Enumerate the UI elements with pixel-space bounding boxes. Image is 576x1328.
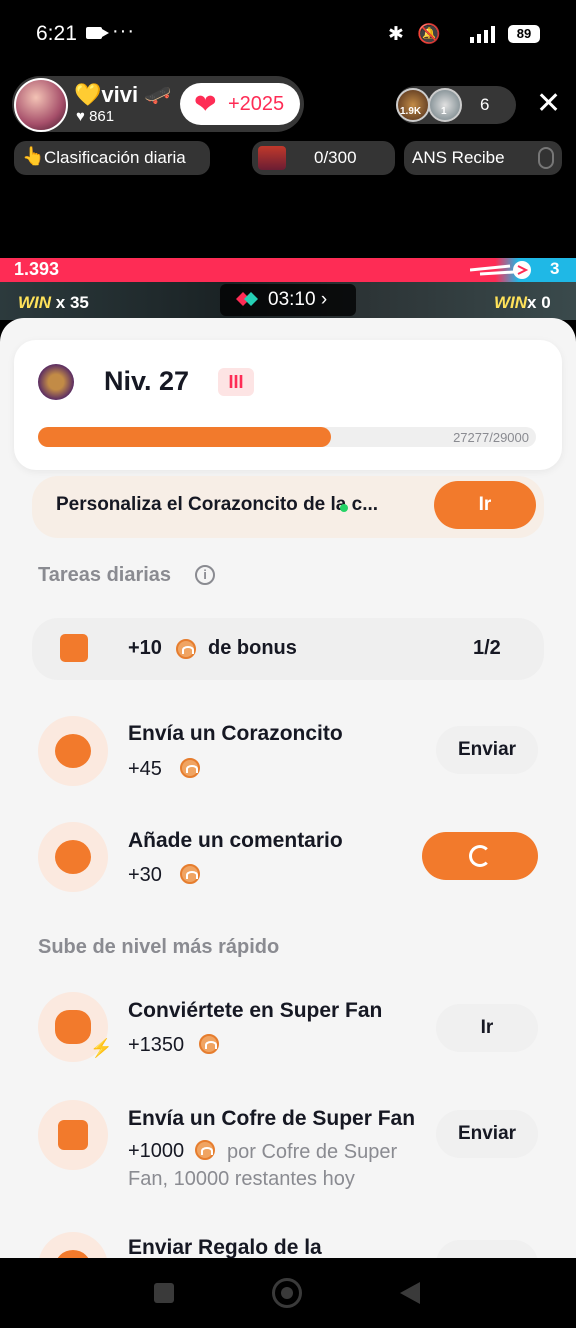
gift-box-icon: [38, 1100, 108, 1170]
task-points: +1000: [128, 1140, 185, 1162]
back-icon[interactable]: [400, 1282, 420, 1304]
loading-spinner-icon: [469, 845, 491, 867]
touch-indicator: [340, 504, 348, 512]
fans-receive-pill[interactable]: ANS Recibe: [404, 141, 562, 175]
super-fan-go-button[interactable]: Ir: [436, 1004, 538, 1052]
level-faster-title: Sube de nivel más rápido: [38, 936, 280, 958]
win-streak-right: WINx 0: [494, 293, 551, 313]
bonus-label: de bonus: [208, 637, 297, 659]
gift-goal-pill[interactable]: 0/300: [252, 141, 395, 175]
signal-bars-icon: [470, 26, 495, 43]
task-title: Añade un comentario: [128, 829, 343, 852]
follow-count: +2025: [228, 93, 285, 115]
task-title: Conviértete en Super Fan: [128, 999, 383, 1022]
comment-bubble-icon: [38, 822, 108, 892]
status-more-dots: ···: [112, 20, 135, 42]
bonus-count: 1/2: [473, 637, 501, 659]
heart-coin-icon: [195, 1140, 215, 1160]
battle-timer-text: 03:10 ›: [268, 289, 328, 310]
status-time: 6:21: [36, 22, 77, 45]
daily-ranking-button[interactable]: 👆 Clasificación diaria: [14, 141, 210, 175]
gift-icon: [60, 634, 88, 662]
hand-icon: 👆: [22, 146, 45, 166]
heart-coin-icon: [176, 639, 196, 659]
task-points: +30: [128, 864, 162, 886]
gift-goal-icon: [258, 146, 286, 170]
customize-heart-text: Personaliza el Corazoncito de la c...: [56, 494, 379, 515]
lightning-icon: ⚡: [90, 1038, 113, 1058]
follow-heart-button[interactable]: ❤ +2025: [180, 83, 300, 125]
host-name: 💛vivi 🛹: [74, 82, 172, 107]
host-likes: ♥ 861: [76, 108, 115, 125]
battle-gloves-icon: [236, 292, 258, 306]
bonus-points: +10: [128, 637, 162, 659]
win-left-count: x 35: [55, 293, 89, 312]
task-points: +45: [128, 758, 162, 780]
gift-goal-progress: 0/300: [314, 148, 357, 167]
system-icons: ✱ 🔕: [388, 24, 445, 45]
viewer-badge: 1: [441, 106, 447, 117]
recents-icon[interactable]: [154, 1283, 174, 1303]
add-comment-button[interactable]: [422, 832, 538, 880]
daily-ranking-label: Clasificación diaria: [44, 148, 186, 167]
viewer-count: 6: [480, 95, 490, 114]
battle-timer[interactable]: 03:10 ›: [220, 284, 356, 316]
win-label: WIN: [18, 293, 52, 312]
battle-left-score: 1.393: [14, 259, 60, 279]
close-icon[interactable]: ✕: [536, 86, 561, 122]
customize-go-button[interactable]: Ir: [434, 481, 536, 529]
heart-coin-icon: [199, 1034, 219, 1054]
send-chest-button[interactable]: Enviar: [436, 1110, 538, 1158]
battle-right-score: 3: [550, 259, 560, 278]
video-camera-icon: [86, 27, 109, 39]
home-icon[interactable]: [272, 1278, 302, 1308]
host-avatar[interactable]: [14, 78, 68, 132]
task-subtext: Fan, 10000 restantes hoy: [128, 1168, 355, 1190]
level-progress-text: 27277/29000: [453, 430, 529, 445]
win-streak-left: WIN x 35: [18, 293, 89, 313]
battery-icon: 89: [508, 25, 540, 43]
level-card: [14, 340, 562, 470]
microphone-icon: [538, 147, 554, 169]
task-points: +1350: [128, 1034, 185, 1056]
info-icon[interactable]: i: [195, 565, 215, 585]
status-bar: 6:21 ··· ✱ 🔕 89: [0, 0, 576, 70]
level-title: Niv. 27: [104, 366, 190, 396]
level-badge-avatar: [38, 364, 74, 400]
win-label: WIN: [494, 293, 528, 312]
smile-heart-icon: [38, 716, 108, 786]
send-heart-button[interactable]: Enviar: [436, 726, 538, 774]
task-subtext: por Cofre de Super: [227, 1141, 398, 1163]
level-tier-icon: III: [218, 368, 254, 396]
heart-coin-icon: [180, 864, 200, 884]
win-right-count: x 0: [527, 293, 551, 312]
daily-tasks-title: Tareas diarias: [38, 564, 172, 586]
battle-streak-icon: [470, 261, 531, 279]
viewer-badge: 1.9K: [400, 106, 422, 117]
task-title: Envía un Cofre de Super Fan: [128, 1107, 416, 1130]
task-title: Enviar Regalo de la: [128, 1236, 322, 1259]
heart-icon: ❤: [194, 89, 217, 119]
fans-receive-label: ANS Recibe: [412, 148, 505, 167]
heart-coin-icon: [180, 758, 200, 778]
task-title: Envía un Corazoncito: [128, 722, 343, 745]
